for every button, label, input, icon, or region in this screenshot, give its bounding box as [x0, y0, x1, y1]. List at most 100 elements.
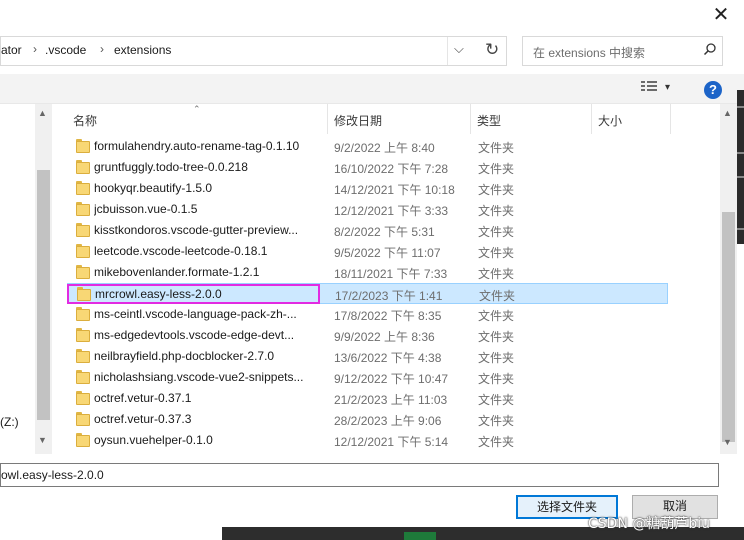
folder-icon: [76, 307, 90, 321]
file-type: 文件夹: [478, 393, 515, 407]
search-placeholder: 在 extensions 中搜索: [533, 46, 646, 60]
search-input[interactable]: 在 extensions 中搜索: [522, 36, 723, 66]
scrollbar-thumb[interactable]: [722, 212, 735, 442]
column-separator[interactable]: [670, 104, 671, 134]
address-divider: [447, 37, 448, 65]
file-type: 文件夹: [478, 183, 515, 197]
folder-icon: [76, 202, 90, 216]
folder-icon: [76, 181, 90, 195]
file-type: 文件夹: [478, 204, 515, 218]
file-name: leetcode.vscode-leetcode-0.18.1: [94, 244, 268, 258]
watermark: CSDN @糖葫芦biu: [588, 516, 711, 532]
file-date: 17/2/2023 下午 1:41: [335, 289, 443, 303]
folder-icon: [76, 328, 90, 342]
table-row[interactable]: octref.vetur-0.37.1 21/2/2023 上午 11:03 文件夹: [67, 388, 668, 409]
breadcrumb-chevron-icon[interactable]: ›: [100, 42, 104, 56]
column-separator[interactable]: [470, 104, 471, 134]
table-row[interactable]: gruntfuggly.todo-tree-0.0.218 16/10/2022 …: [67, 157, 668, 178]
column-header-date[interactable]: 修改日期: [334, 112, 382, 134]
file-name: oysun.vuehelper-0.1.0: [94, 433, 213, 447]
scroll-up-icon[interactable]: ▲: [38, 108, 47, 118]
file-date: 9/12/2022 下午 10:47: [334, 372, 449, 386]
folder-icon: [76, 370, 90, 384]
file-name: gruntfuggly.todo-tree-0.0.218: [94, 160, 248, 174]
folder-icon: [76, 244, 90, 258]
file-date: 9/9/2022 上午 8:36: [334, 330, 435, 344]
table-row[interactable]: kisstkondoros.vscode-gutter-preview... 8/…: [67, 220, 668, 241]
column-separator[interactable]: [327, 104, 328, 134]
file-date: 17/8/2022 下午 8:35: [334, 309, 442, 323]
file-date: 12/12/2021 下午 3:33: [334, 204, 449, 218]
scroll-down-icon[interactable]: ▼: [38, 435, 47, 445]
folder-icon: [76, 391, 90, 405]
install-badge: [404, 532, 436, 540]
drive-label[interactable]: (Z:): [0, 415, 19, 429]
breadcrumb-segment[interactable]: extensions: [114, 43, 171, 57]
breadcrumb-segment[interactable]: ator: [1, 43, 22, 57]
scroll-up-icon[interactable]: ▲: [723, 108, 732, 118]
file-type: 文件夹: [478, 372, 515, 386]
column-separator[interactable]: [591, 104, 592, 134]
table-row[interactable]: ms-edgedevtools.vscode-edge-devt... 9/9/2…: [67, 325, 668, 346]
file-type: 文件夹: [478, 162, 515, 176]
file-name: hookyqr.beautify-1.5.0: [94, 181, 213, 195]
breadcrumb-chevron-icon[interactable]: ›: [33, 42, 37, 56]
details-view-icon[interactable]: [641, 80, 657, 94]
file-date: 28/2/2023 上午 9:06: [334, 414, 442, 428]
chevron-down-icon[interactable]: ▾: [665, 82, 670, 93]
table-row[interactable]: octref.vetur-0.37.3 28/2/2023 上午 9:06 文件夹: [67, 409, 668, 430]
file-type: 文件夹: [478, 141, 515, 155]
folder-icon: [76, 160, 90, 174]
background-editor-edge: [737, 90, 744, 244]
table-row[interactable]: jcbuisson.vue-0.1.5 12/12/2021 下午 3:33 文件夹: [67, 199, 668, 220]
table-row[interactable]: oysun.vuehelper-0.1.0 12/12/2021 下午 5:14 文…: [67, 430, 668, 451]
breadcrumb-segment[interactable]: .vscode: [45, 43, 86, 57]
column-header-size[interactable]: 大小: [598, 112, 622, 134]
file-name: ms-ceintl.vscode-language-pack-zh-...: [94, 307, 297, 321]
folder-icon: [76, 223, 90, 237]
table-row[interactable]: leetcode.vscode-leetcode-0.18.1 9/5/2022 …: [67, 241, 668, 262]
file-name: mikebovenlander.formate-1.2.1: [94, 265, 260, 279]
toolbar: ▾: [0, 74, 744, 104]
file-date: 9/2/2022 上午 8:40: [334, 141, 435, 155]
file-type: 文件夹: [478, 225, 515, 239]
chevron-down-icon[interactable]: ⌵: [454, 41, 464, 57]
table-row[interactable]: mikebovenlander.formate-1.2.1 18/11/2021 …: [67, 262, 668, 283]
folder-icon: [76, 349, 90, 363]
file-type: 文件夹: [478, 330, 515, 344]
file-date: 8/2/2022 下午 5:31: [334, 225, 435, 239]
file-name: formulahendry.auto-rename-tag-0.1.10: [94, 139, 300, 153]
sort-ascending-icon: ⌃: [193, 104, 201, 114]
file-type: 文件夹: [478, 309, 515, 323]
file-type: 文件夹: [479, 289, 516, 303]
file-date: 16/10/2022 下午 7:28: [334, 162, 449, 176]
folder-name-field[interactable]: owl.easy-less-2.0.0: [0, 463, 719, 487]
search-icon[interactable]: [703, 42, 717, 56]
refresh-icon[interactable]: ↻: [485, 40, 499, 60]
folder-icon: [76, 265, 90, 279]
address-bar[interactable]: ator › .vscode › extensions ⌵ ↻: [0, 36, 507, 66]
nav-scrollbar[interactable]: ▲ ▼: [35, 104, 52, 454]
folder-name-value: owl.easy-less-2.0.0: [1, 468, 104, 482]
column-header-name[interactable]: 名称: [73, 112, 97, 134]
file-type: 文件夹: [478, 435, 515, 449]
table-row[interactable]: formulahendry.auto-rename-tag-0.1.10 9/2/…: [67, 136, 668, 157]
scroll-down-icon[interactable]: ▼: [723, 437, 732, 447]
close-icon[interactable]: ✕: [706, 2, 736, 28]
file-date: 12/12/2021 下午 5:14: [334, 435, 449, 449]
table-row[interactable]: neilbrayfield.php-docblocker-2.7.0 13/6/2…: [67, 346, 668, 367]
column-header-type[interactable]: 类型: [477, 112, 501, 134]
file-name: jcbuisson.vue-0.1.5: [94, 202, 198, 216]
list-scrollbar[interactable]: ▲ ▼: [720, 104, 737, 454]
folder-icon: [76, 139, 90, 153]
table-row[interactable]: nicholashsiang.vscode-vue2-snippets... 9/…: [67, 367, 668, 388]
file-type: 文件夹: [478, 246, 515, 260]
file-name: octref.vetur-0.37.3: [94, 412, 192, 426]
scrollbar-thumb[interactable]: [37, 170, 50, 420]
table-row[interactable]: ms-ceintl.vscode-language-pack-zh-... 17/…: [67, 304, 668, 325]
folder-icon: [76, 412, 90, 426]
help-icon[interactable]: ?: [704, 81, 722, 99]
file-name: nicholashsiang.vscode-vue2-snippets...: [94, 370, 304, 384]
table-row[interactable]: hookyqr.beautify-1.5.0 14/12/2021 下午 10:1…: [67, 178, 668, 199]
folder-icon: [76, 433, 90, 447]
